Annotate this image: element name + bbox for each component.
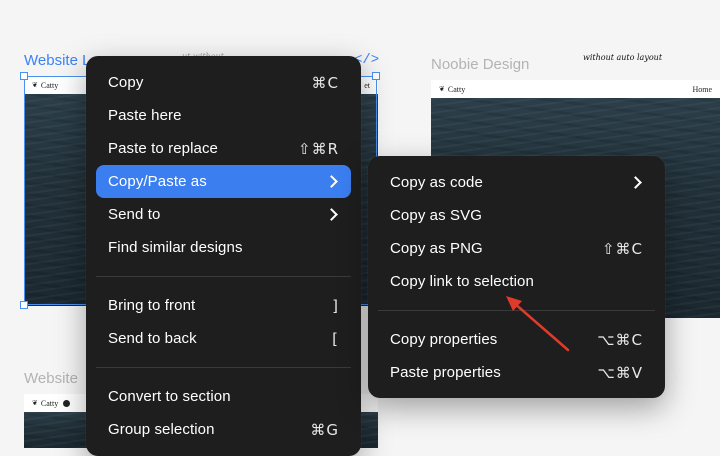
annotation-arrow-icon xyxy=(506,296,570,352)
